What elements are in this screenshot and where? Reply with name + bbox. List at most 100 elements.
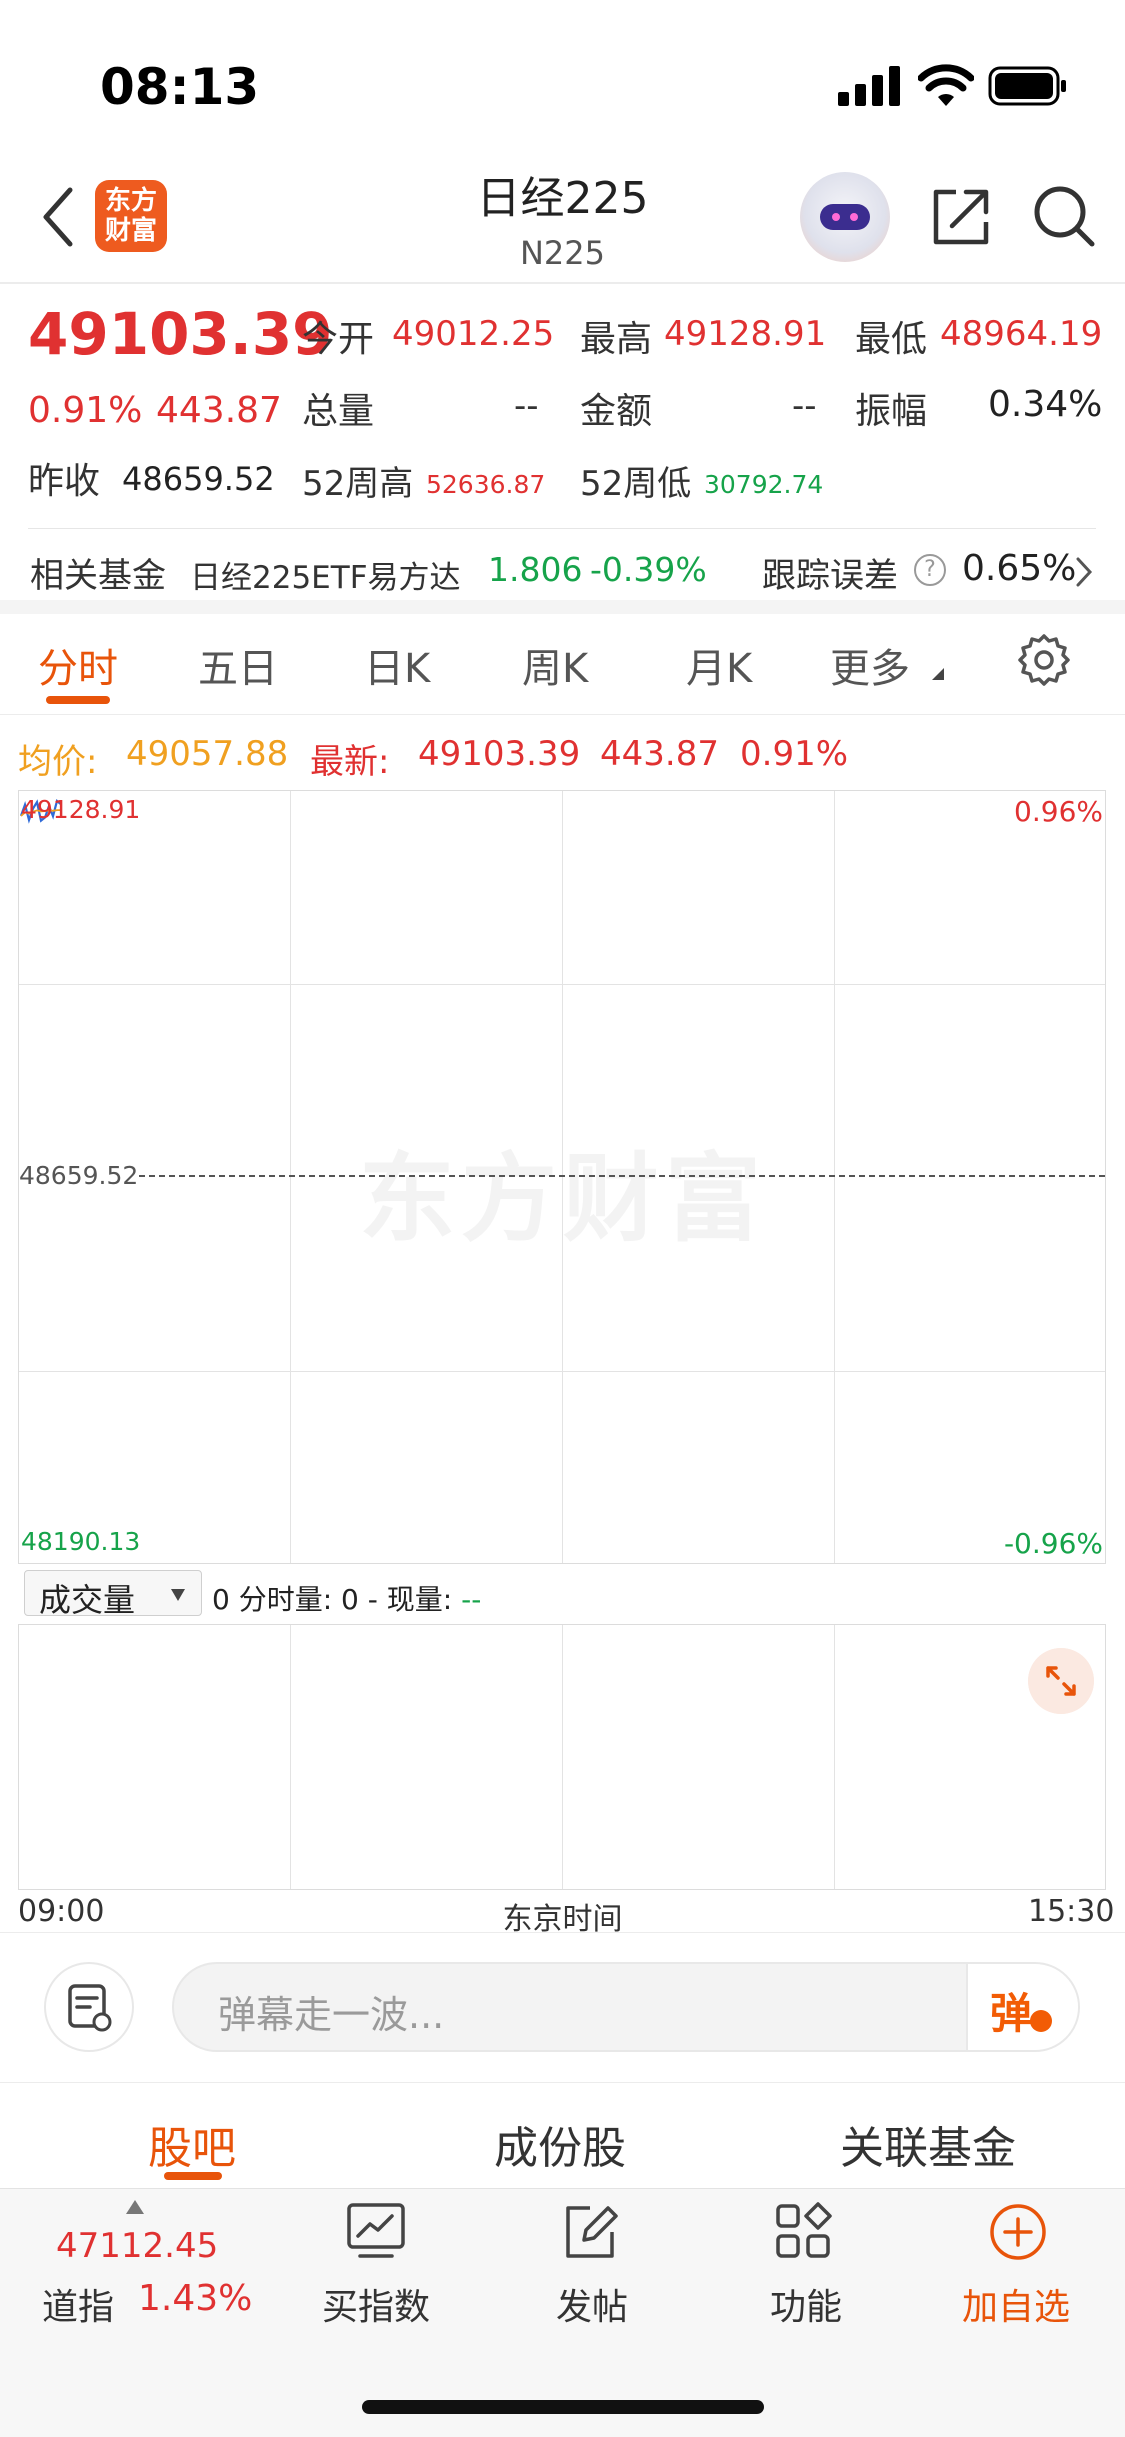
tracking-error-value: 0.65% (962, 548, 1077, 589)
tab-weekly-k[interactable]: 周K (522, 636, 588, 694)
high-value: 49128.91 (664, 314, 827, 354)
amount-label: 金额 (580, 391, 653, 432)
related-fund-price: 1.806 (488, 550, 583, 589)
battery-icon (988, 66, 1066, 106)
add-circle-icon[interactable] (988, 2202, 1048, 2262)
52w-high-label: 52周高 (302, 464, 414, 504)
status-time: 08:13 (100, 58, 260, 116)
tab-constituents[interactable]: 成份股 (494, 2112, 626, 2176)
current-price: 49103.39 (28, 300, 333, 368)
volume-chart[interactable] (18, 1624, 1106, 1890)
share-icon[interactable] (930, 186, 992, 248)
divider (0, 1932, 1125, 1933)
latest-label: 最新: (310, 742, 390, 782)
prev-close-label: 昨收 (28, 461, 101, 502)
volume-info-text: 0 分时量: 0 - 现量: (212, 1583, 453, 1616)
divider (0, 2082, 1125, 2083)
buy-index-button[interactable]: 买指数 (322, 2278, 430, 2330)
dow-index-name[interactable]: 道指 (42, 2278, 114, 2330)
expand-icon[interactable] (1028, 1648, 1094, 1714)
search-icon[interactable] (1032, 184, 1096, 248)
active-tab-indicator (164, 2172, 222, 2180)
caret-down-icon (932, 668, 944, 680)
assistant-robot-icon[interactable] (800, 172, 890, 262)
latest-percent: 0.91% (740, 734, 849, 774)
volume-indicator-select[interactable]: 成交量 (24, 1570, 202, 1619)
post-button[interactable]: 发帖 (556, 2278, 628, 2330)
amplitude-value: 0.34% (988, 384, 1103, 425)
open-value: 49012.25 (392, 314, 555, 354)
header-divider (0, 282, 1125, 284)
gear-icon[interactable] (1016, 632, 1072, 688)
avg-price-value: 49057.88 (126, 734, 289, 774)
signal-icon (838, 66, 900, 106)
tab-related-funds[interactable]: 关联基金 (840, 2112, 1016, 2176)
intraday-chart[interactable]: 东方财富 49128.91 48659.52 48190.13 0.96% -0… (18, 790, 1106, 1564)
tab-five-day[interactable]: 五日 (198, 636, 278, 694)
tab-forum[interactable]: 股吧 (148, 2112, 236, 2176)
grid-line (19, 984, 1105, 985)
watermark: 东方财富 (359, 1143, 767, 1255)
open-label: 今开 (302, 319, 375, 360)
latest-change: 443.87 (600, 734, 719, 774)
grid-line (834, 1625, 835, 1889)
volume-select-label: 成交量 (39, 1581, 136, 1619)
tracking-error-label: 跟踪误差 (762, 556, 898, 596)
notes-icon (68, 1984, 112, 2032)
grid-line (290, 1625, 291, 1889)
dow-index-value[interactable]: 47112.45 (56, 2226, 218, 2266)
wifi-icon (918, 64, 974, 106)
trend-chart-icon[interactable] (346, 2202, 406, 2262)
change-percent: 0.91% (28, 390, 143, 431)
grid-line (290, 791, 291, 1563)
dropdown-arrow-icon (171, 1589, 185, 1601)
chevron-right-icon[interactable] (1074, 556, 1094, 588)
y-mid-label: 48659.52 (19, 1161, 139, 1190)
section-separator (0, 600, 1125, 614)
volume-current: -- (461, 1583, 482, 1616)
amount-value: -- (792, 386, 817, 426)
dow-index-percent[interactable]: 1.43% (138, 2278, 252, 2319)
tab-monthly-k[interactable]: 月K (686, 636, 752, 694)
pct-max-label: 0.96% (1014, 795, 1103, 828)
danmu-label: 弹 (990, 1989, 1033, 2038)
danmu-toggle-button[interactable]: 弹 (966, 1964, 1078, 2050)
change-amount: 443.87 (156, 390, 282, 431)
52w-low-label: 52周低 (580, 464, 692, 504)
y-max-label: 49128.91 (21, 795, 141, 824)
52w-high-value: 52636.87 (426, 470, 546, 499)
tab-more[interactable]: 更多 (830, 636, 910, 694)
prev-close-value: 48659.52 (122, 460, 275, 498)
related-fund-label: 相关基金 (30, 556, 166, 596)
y-min-label: 48190.13 (21, 1527, 141, 1556)
avg-price-label: 均价: (18, 742, 98, 782)
amplitude-label: 振幅 (855, 391, 928, 432)
edit-icon[interactable] (560, 2202, 620, 2262)
volume-value: -- (514, 386, 539, 426)
functions-button[interactable]: 功能 (770, 2278, 842, 2330)
help-icon[interactable]: ? (914, 554, 946, 586)
tab-daily-k[interactable]: 日K (364, 636, 430, 694)
apps-grid-icon[interactable] (774, 2202, 834, 2262)
grid-line (834, 791, 835, 1563)
52w-low-value: 30792.74 (704, 470, 824, 499)
time-end: 15:30 (1028, 1894, 1115, 1929)
danmu-placeholder: 弹幕走一波... (218, 1993, 445, 2037)
grid-line (19, 1371, 1105, 1372)
tab-intraday[interactable]: 分时 (38, 636, 118, 694)
check-icon (1030, 2010, 1052, 2032)
home-indicator[interactable] (362, 2400, 764, 2414)
tabs-divider (0, 714, 1125, 715)
related-fund-change: -0.39% (590, 550, 707, 589)
related-fund-name[interactable]: 日经225ETF易方达 (190, 552, 461, 597)
high-label: 最高 (580, 319, 653, 360)
low-label: 最低 (855, 319, 928, 360)
low-value: 48964.19 (940, 314, 1103, 354)
danmu-input[interactable]: 弹幕走一波... 弹 (172, 1962, 1080, 2052)
active-tab-indicator (46, 696, 110, 704)
notes-button[interactable] (44, 1962, 134, 2052)
prev-close-line (19, 1175, 1105, 1177)
latest-price: 49103.39 (418, 734, 581, 774)
divider (28, 528, 1096, 529)
add-watchlist-button[interactable]: 加自选 (962, 2278, 1070, 2330)
